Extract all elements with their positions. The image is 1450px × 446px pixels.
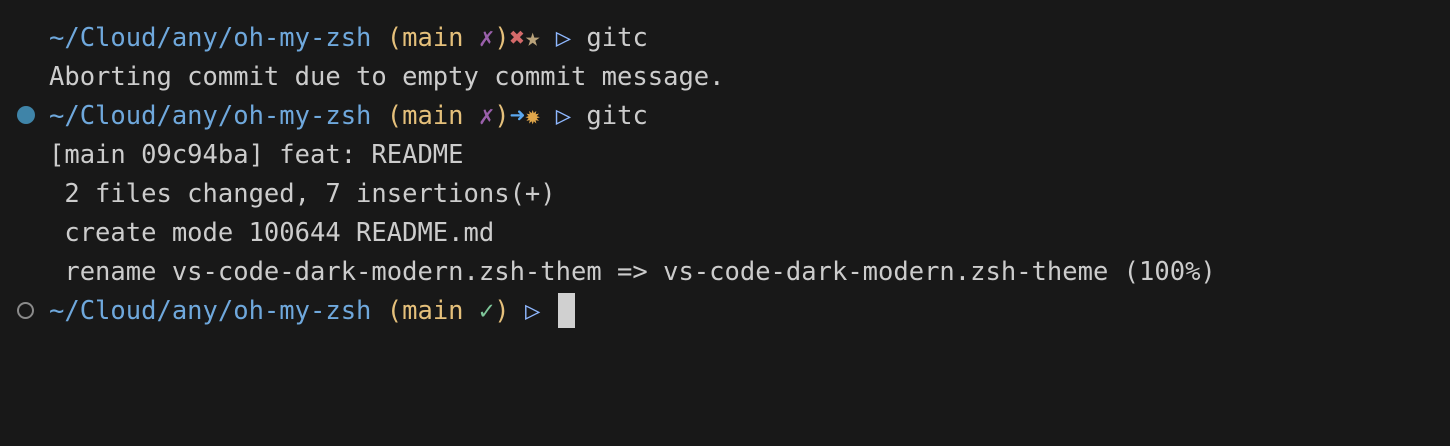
star-status-icon: ★: [524, 23, 541, 53]
git-paren-open: (: [386, 101, 403, 131]
git-paren-close: ): [494, 296, 510, 326]
command-text: gitc: [586, 101, 648, 131]
prompt-line: ~/Cloud/any/oh-my-zsh (main ✗)➜✹ ▷ gitc: [49, 97, 648, 136]
output-line: rename vs-code-dark-modern.zsh-them => v…: [49, 257, 1216, 287]
error-status-icon: ✖: [509, 23, 525, 53]
prompt-path: ~/Cloud/any/oh-my-zsh: [49, 101, 372, 131]
output-line: create mode 100644 README.md: [49, 218, 495, 248]
text-cursor[interactable]: [557, 292, 575, 328]
git-dirty-icon: ✗: [478, 23, 495, 53]
git-clean-icon: ✓: [478, 296, 495, 326]
command-decoration-dot-icon[interactable]: [17, 106, 35, 124]
arrow-status-icon: ➜: [509, 101, 525, 131]
git-dirty-icon: ✗: [478, 101, 495, 131]
prompt-path: ~/Cloud/any/oh-my-zsh: [49, 296, 372, 326]
output-line: [main 09c94ba] feat: README: [49, 140, 464, 170]
output-line: 2 files changed, 7 insertions(+): [49, 179, 556, 209]
git-paren-close: ): [494, 23, 510, 53]
command-text: gitc: [586, 23, 648, 53]
git-paren-open: (: [386, 23, 403, 53]
output-line: Aborting commit due to empty commit mess…: [49, 62, 725, 92]
git-branch: main: [402, 101, 464, 131]
prompt-triangle-icon: ▷: [555, 101, 572, 131]
git-paren-open: (: [386, 296, 403, 326]
terminal-window[interactable]: ~/Cloud/any/oh-my-zsh (main ✗)✖★ ▷ gitc …: [0, 0, 1450, 446]
prompt-triangle-icon: ▷: [524, 296, 541, 326]
command-decoration-empty-dot-icon[interactable]: [17, 302, 34, 319]
prompt-line: ~/Cloud/any/oh-my-zsh (main ✗)✖★ ▷ gitc: [49, 19, 648, 58]
git-branch: main: [402, 23, 464, 53]
git-paren-close: ): [494, 101, 510, 131]
prompt-triangle-icon: ▷: [555, 23, 572, 53]
git-branch: main: [402, 296, 464, 326]
prompt-path: ~/Cloud/any/oh-my-zsh: [49, 23, 372, 53]
current-prompt-line[interactable]: ~/Cloud/any/oh-my-zsh (main ✓) ▷: [49, 292, 575, 331]
sun-status-icon: ✹: [524, 101, 541, 131]
